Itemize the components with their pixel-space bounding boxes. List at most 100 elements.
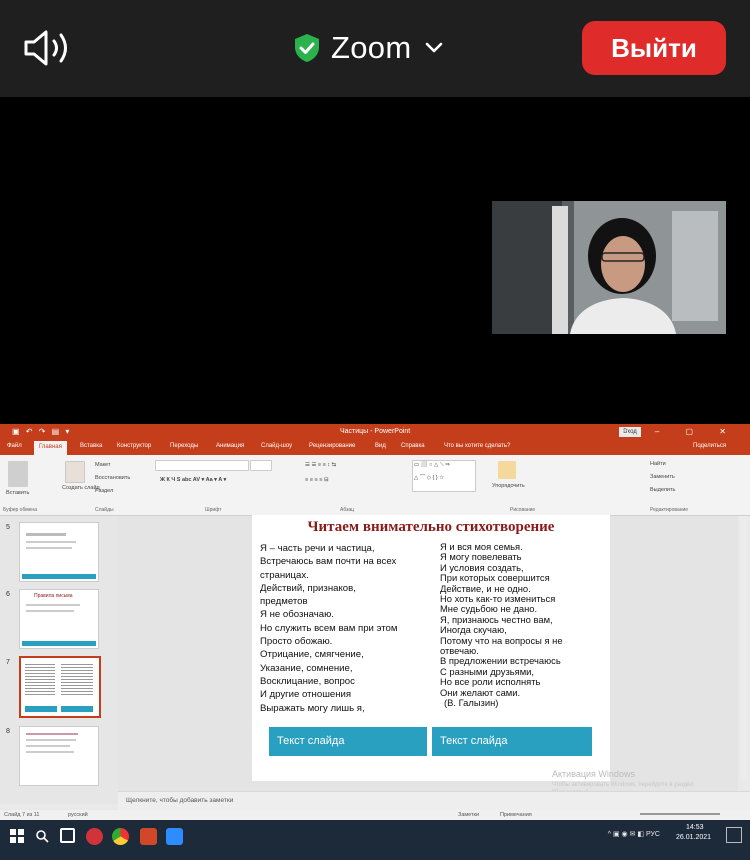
poem-line: Восклицание, вопрос [260, 675, 355, 687]
tab-review[interactable]: Рецензирование [309, 443, 355, 449]
section-button[interactable]: Раздел [95, 488, 113, 494]
tab-transitions[interactable]: Переходы [170, 443, 198, 449]
reset-button[interactable]: Восстановить [95, 475, 130, 481]
notification-center-icon[interactable] [726, 827, 742, 843]
poem-line: Выражать могу лишь я, [260, 702, 365, 714]
windows-taskbar: ^ ▣ ◉ ✉ ◧ РУС 14:53 26.01.2021 [0, 820, 750, 860]
slide-thumbnails-panel: 5 6 Правила письма 7 8 [0, 516, 118, 804]
zoom-slider[interactable] [640, 813, 720, 815]
status-bar: Слайд 7 из 11 русский Заметки Примечания [0, 810, 750, 820]
tab-view[interactable]: Вид [375, 443, 386, 449]
poem-line: Встречаюсь вам почти на всех [260, 556, 397, 568]
thumb-number-8: 8 [6, 728, 10, 735]
thumb-number-6: 6 [6, 591, 10, 598]
slide-scrollbar[interactable] [740, 516, 748, 780]
share-button[interactable]: Поделиться [693, 443, 726, 449]
group-paragraph: Абзац [340, 507, 355, 513]
format-glyphs: Ж К Ч S abc AV ▾ Aa ▾ A ▾ [160, 477, 227, 483]
poem-line: Указание, сомнение, [260, 662, 353, 674]
select-button[interactable]: Выделить [650, 487, 675, 493]
slide-thumbnail-8[interactable] [19, 726, 99, 786]
clock-time: 14:53 [686, 824, 704, 831]
speaker-icon[interactable] [22, 28, 76, 68]
activation-watermark: Активация Windows [552, 769, 635, 779]
slide-thumbnail-5[interactable] [19, 522, 99, 582]
current-slide[interactable]: Читаем внимательно стихотворение Я – час… [252, 515, 610, 781]
slide-counter: Слайд 7 из 11 [4, 812, 40, 818]
poem-line: Действий, признаков, [260, 582, 356, 594]
poem-line: предметов [260, 596, 308, 608]
slide-text-button-2[interactable]: Текст слайда [432, 727, 592, 756]
arrange-label: Упорядочить [492, 483, 525, 489]
thumb6-title: Правила письма [34, 593, 73, 599]
slide-text-button-1[interactable]: Текст слайда [269, 727, 427, 756]
poem-line: Я не обозначаю. [260, 609, 334, 621]
poem-left-column: Я – часть речи и частица, Встречаюсь вам… [260, 542, 438, 715]
clock-date: 26.01.2021 [676, 834, 712, 841]
align-glyphs: ≡ ≡ ≡ ≡ ⊟ [305, 477, 329, 483]
tab-slideshow[interactable]: Слайд-шоу [261, 443, 292, 449]
tab-design[interactable]: Конструктор [117, 443, 151, 449]
poem-line: И другие отношения [260, 689, 352, 701]
yandex-browser-icon[interactable] [86, 828, 103, 845]
thumb-number-7: 7 [6, 659, 10, 666]
window-controls[interactable]: ▭ – ▢ ✕ [621, 427, 738, 436]
new-slide-icon[interactable] [65, 461, 85, 483]
notes-placeholder: Щелкните, чтобы добавить заметки [126, 797, 234, 804]
tab-help[interactable]: Справка [401, 443, 425, 449]
thumb-number-5: 5 [6, 524, 10, 531]
powerpoint-taskbar-icon[interactable] [140, 828, 157, 845]
shield-check-icon [295, 34, 319, 62]
ppt-title-bar: ▣ ↶ ↷ ▤ ▾ Частицы - PowerPoint Вход ▭ – … [0, 424, 750, 440]
participant-video-frame [492, 201, 726, 334]
find-button[interactable]: Найти [650, 461, 666, 467]
group-editing: Редактирование [650, 507, 689, 513]
task-view-icon[interactable] [60, 828, 75, 843]
poem-right-column: Я и вся моя семья. Я могу повелевать И у… [440, 541, 610, 709]
ribbon: Вставить Создать слайд Макет Восстановит… [0, 455, 750, 516]
poem-line: Я – часть речи и частица, [260, 543, 375, 554]
group-drawing: Рисование [510, 507, 536, 513]
leave-button[interactable]: Выйти [582, 21, 726, 75]
slide-thumbnail-7[interactable] [19, 656, 101, 718]
layout-button[interactable]: Макет [95, 462, 111, 468]
font-family-select[interactable] [155, 460, 249, 471]
ribbon-tabs: Файл Главная Вставка Конструктор Переход… [0, 440, 750, 455]
slide-thumbnail-6[interactable]: Правила письма [19, 589, 99, 649]
zoom-taskbar-icon[interactable] [166, 828, 183, 845]
poem-line: Но служить всем вам при этом [260, 622, 398, 634]
poem-line: Просто обожаю. [260, 636, 333, 648]
paste-icon[interactable] [8, 461, 28, 487]
tab-file[interactable]: Файл [7, 443, 22, 449]
poem-line: Отрицание, смягчение, [260, 649, 364, 661]
meeting-title[interactable]: Zoom [293, 28, 443, 68]
chrome-icon[interactable] [112, 828, 129, 845]
comments-toggle[interactable]: Примечания [500, 812, 532, 818]
tab-animation[interactable]: Анимация [216, 443, 244, 449]
font-size-select[interactable] [250, 460, 272, 471]
notes-pane[interactable]: Щелкните, чтобы добавить заметки [118, 791, 750, 812]
group-font: Шрифт [205, 507, 222, 513]
search-icon[interactable] [35, 829, 49, 843]
chevron-down-icon [426, 42, 443, 53]
paste-label: Вставить [6, 490, 30, 496]
shapes-glyphs-2: △ ⌒ ◇ { } ☆ [414, 475, 445, 481]
arrange-icon[interactable] [498, 461, 516, 479]
replace-button[interactable]: Заменить [650, 474, 675, 480]
zoom-title-text: Zoom [331, 30, 412, 65]
zoom-top-bar: Zoom Выйти [0, 0, 750, 97]
notes-toggle[interactable]: Заметки [458, 812, 479, 818]
language-indicator[interactable]: русский [68, 812, 88, 818]
windows-start-icon[interactable] [10, 829, 24, 843]
tab-insert[interactable]: Вставка [80, 443, 102, 449]
tell-me-search[interactable]: Что вы хотите сделать? [444, 443, 510, 449]
tab-home[interactable]: Главная [34, 441, 67, 455]
participant-video[interactable] [492, 201, 726, 334]
group-clipboard: Буфер обмена [3, 507, 37, 513]
group-slides: Слайды [95, 507, 114, 513]
paragraph-glyphs: ☰ ☰ ≡ ≡ ↕ ⇆ [305, 462, 337, 468]
quick-access-icons[interactable]: ▣ ↶ ↷ ▤ ▾ [12, 427, 71, 436]
poem-line: страницах. [260, 569, 309, 581]
shapes-glyphs: ▭ ⬜ ○ △ ⟍ ⇒ [414, 462, 450, 468]
system-tray-icons[interactable]: ^ ▣ ◉ ✉ ◧ РУС [608, 830, 660, 838]
